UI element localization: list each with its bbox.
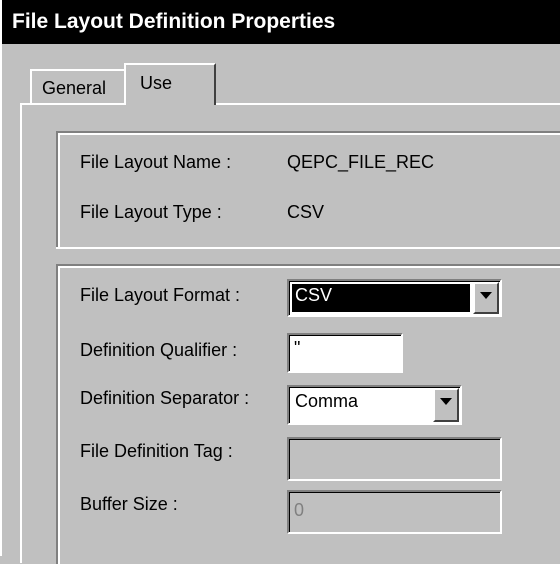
buffer-size-value: 0: [294, 500, 305, 520]
file-layout-format-label: File Layout Format :: [80, 285, 241, 305]
file-definition-tag-input[interactable]: [287, 437, 502, 481]
buffer-size-input[interactable]: 0: [287, 490, 502, 534]
layout-info-group: [56, 131, 560, 249]
buffer-size-label: Buffer Size :: [80, 494, 178, 514]
file-layout-format-selection: CSV: [292, 284, 470, 312]
title-bar: File Layout Definition Properties: [2, 0, 560, 44]
chevron-down-icon: [480, 292, 492, 299]
tab-general-label: General: [42, 78, 107, 98]
definition-separator-selection: Comma: [292, 390, 430, 420]
file-layout-name-value: QEPC_FILE_REC: [287, 152, 435, 172]
file-layout-format-dropdown-button[interactable]: [473, 282, 499, 314]
file-definition-tag-label: File Definition Tag :: [80, 441, 233, 461]
file-layout-format-dropdown[interactable]: CSV: [287, 279, 502, 317]
file-layout-type-label: File Layout Type :: [80, 202, 222, 222]
definition-qualifier-label: Definition Qualifier :: [80, 340, 238, 360]
definition-separator-value: Comma: [295, 391, 359, 411]
definition-separator-label: Definition Separator :: [80, 388, 250, 408]
properties-dialog: File Layout Definition Properties Genera…: [0, 0, 560, 564]
definition-separator-dropdown-button[interactable]: [433, 388, 459, 422]
file-layout-type-value: CSV: [287, 202, 325, 222]
window-title: File Layout Definition Properties: [12, 10, 336, 33]
definition-qualifier-value: ": [294, 338, 301, 358]
tab-use[interactable]: Use: [124, 63, 216, 105]
tab-general[interactable]: General: [30, 69, 126, 105]
tab-use-label: Use: [140, 73, 173, 93]
chevron-down-icon: [440, 398, 452, 405]
file-layout-name-label: File Layout Name :: [80, 152, 232, 172]
definition-separator-dropdown[interactable]: Comma: [287, 385, 462, 425]
file-layout-format-value: CSV: [295, 285, 333, 305]
definition-qualifier-input[interactable]: ": [287, 333, 403, 373]
